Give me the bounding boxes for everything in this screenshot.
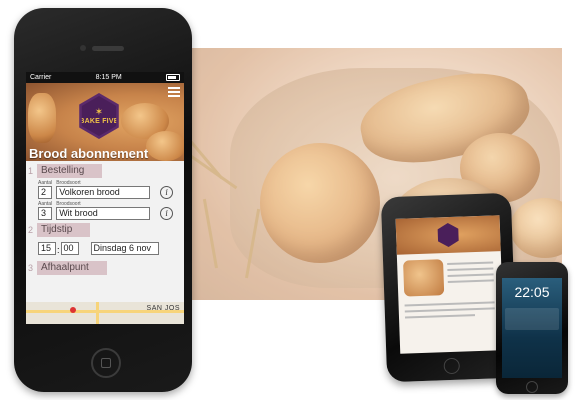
lockscreen-phone: 22:05 (496, 262, 568, 394)
section-tijdstip: 2 Tijdstip (28, 223, 182, 237)
home-button (526, 381, 538, 393)
pickup-map[interactable]: SAN JOS (26, 302, 184, 324)
front-camera (80, 45, 86, 51)
map-pin-icon[interactable] (70, 307, 76, 313)
section-label: Tijdstip (37, 223, 91, 237)
bread-thumbnail (403, 259, 445, 297)
section-number: 3 (28, 263, 34, 273)
lock-screen: 22:05 (502, 278, 562, 378)
hour-field[interactable]: 15 (38, 242, 56, 255)
section-label: Bestelling (37, 164, 103, 178)
day-field[interactable]: Dinsdag 6 nov (90, 242, 159, 255)
status-time: 8:15 PM (95, 74, 122, 81)
hero-banner: ✶ BAKE FIVE Brood abonnement (26, 83, 184, 161)
home-button[interactable] (91, 348, 121, 378)
bread-type-field[interactable]: Wit brood (56, 207, 151, 220)
map-city-label: SAN JOS (146, 305, 180, 312)
hamburger-menu-icon[interactable] (168, 87, 180, 97)
earpiece-speaker (92, 46, 124, 51)
info-icon[interactable]: i (160, 186, 174, 199)
order-row: Aantal 3 Broodsoort Wit brood i (38, 201, 184, 220)
logo-mark-icon: ✶ (94, 106, 104, 118)
status-bar: Carrier 8:15 PM (26, 72, 184, 83)
order-row: Aantal 2 Broodsoort Volkoren brood i (38, 180, 184, 199)
logo-text: BAKE FIVE (79, 117, 119, 125)
bread-type-field[interactable]: Volkoren brood (56, 186, 151, 199)
section-afhaalpunt: 3 Afhaalpunt (28, 261, 182, 275)
bake-five-logo (436, 223, 461, 248)
notification-card (505, 308, 559, 330)
app-screen: Carrier 8:15 PM ✶ BAKE FIVE Brood abonne… (26, 72, 184, 324)
section-number: 1 (28, 166, 34, 176)
page-title: Brood abonnement (29, 146, 149, 161)
info-icon[interactable]: i (160, 207, 174, 220)
home-button (443, 357, 461, 375)
section-number: 2 (28, 225, 34, 235)
section-bestelling: 1 Bestelling (28, 164, 182, 178)
battery-icon (166, 74, 180, 81)
bake-five-logo[interactable]: ✶ BAKE FIVE (79, 93, 119, 139)
lock-screen-time: 22:05 (514, 284, 550, 300)
carrier-label: Carrier (30, 74, 52, 81)
amount-field[interactable]: 2 (38, 186, 52, 199)
amount-field[interactable]: 3 (38, 207, 52, 220)
minute-field[interactable]: 00 (60, 242, 79, 255)
secondary-phone-screen (395, 215, 505, 354)
section-label: Afhaalpunt (37, 261, 107, 275)
time-row: 15 : 00 Dinsdag 6 nov (38, 242, 184, 255)
